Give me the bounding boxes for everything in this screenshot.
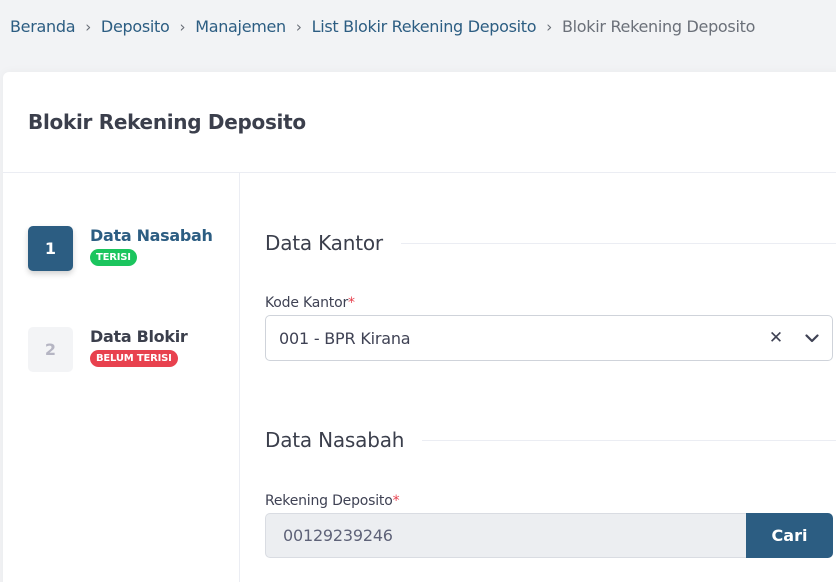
kode-kantor-label-text: Kode Kantor [265, 295, 348, 311]
divider [422, 439, 836, 441]
step-title: Data Nasabah [90, 226, 213, 245]
select-value: 001 - BPR Kirana [279, 328, 411, 348]
rekening-deposito-input[interactable]: 00129239246 [265, 513, 746, 558]
breadcrumb-manajemen[interactable]: Manajemen [195, 17, 286, 36]
rekening-input-group: 00129239246 Cari [265, 513, 833, 558]
divider [400, 242, 836, 244]
kode-kantor-label: Kode Kantor* [265, 295, 355, 311]
breadcrumb-deposito[interactable]: Deposito [101, 17, 170, 36]
section-heading-kantor: Data Kantor [265, 231, 836, 255]
page-title: Blokir Rekening Deposito [28, 110, 306, 134]
step-title: Data Blokir [90, 327, 188, 346]
step-number: 1 [28, 226, 73, 271]
step-number: 2 [28, 327, 73, 372]
required-mark: * [348, 295, 355, 311]
search-button[interactable]: Cari [746, 513, 833, 558]
chevron-right-icon: › [546, 17, 552, 36]
breadcrumb: Beranda › Deposito › Manajemen › List Bl… [10, 17, 755, 36]
status-badge: BELUM TERISI [90, 350, 178, 367]
wizard-nav: 1 Data Nasabah TERISI 2 Data Blokir BELU… [3, 173, 240, 582]
chevron-down-icon[interactable] [802, 333, 822, 343]
blokir-card: Blokir Rekening Deposito 1 Data Nasabah … [3, 72, 836, 582]
chevron-right-icon: › [85, 17, 91, 36]
chevron-right-icon: › [295, 17, 302, 36]
card-header: Blokir Rekening Deposito [3, 72, 836, 173]
breadcrumb-list-blokir[interactable]: List Blokir Rekening Deposito [312, 17, 537, 36]
required-mark: * [392, 493, 400, 509]
clear-icon[interactable]: ✕ [766, 328, 786, 348]
step-info: Data Nasabah TERISI [90, 226, 213, 271]
section-title: Data Kantor [265, 231, 383, 255]
chevron-right-icon: › [179, 17, 186, 36]
wizard-step-data-nasabah[interactable]: 1 Data Nasabah TERISI [28, 226, 213, 271]
section-title: Data Nasabah [265, 428, 405, 452]
wizard-step-data-blokir[interactable]: 2 Data Blokir BELUM TERISI [28, 327, 188, 372]
status-badge: TERISI [90, 249, 137, 266]
rekening-label-text: Rekening Deposito [265, 493, 393, 509]
step-info: Data Blokir BELUM TERISI [90, 327, 188, 372]
rekening-deposito-label: Rekening Deposito* [265, 493, 400, 509]
section-heading-nasabah: Data Nasabah [265, 428, 836, 452]
breadcrumb-current: Blokir Rekening Deposito [561, 17, 756, 36]
breadcrumb-beranda[interactable]: Beranda [10, 17, 76, 36]
kode-kantor-select[interactable]: 001 - BPR Kirana ✕ [265, 315, 833, 361]
